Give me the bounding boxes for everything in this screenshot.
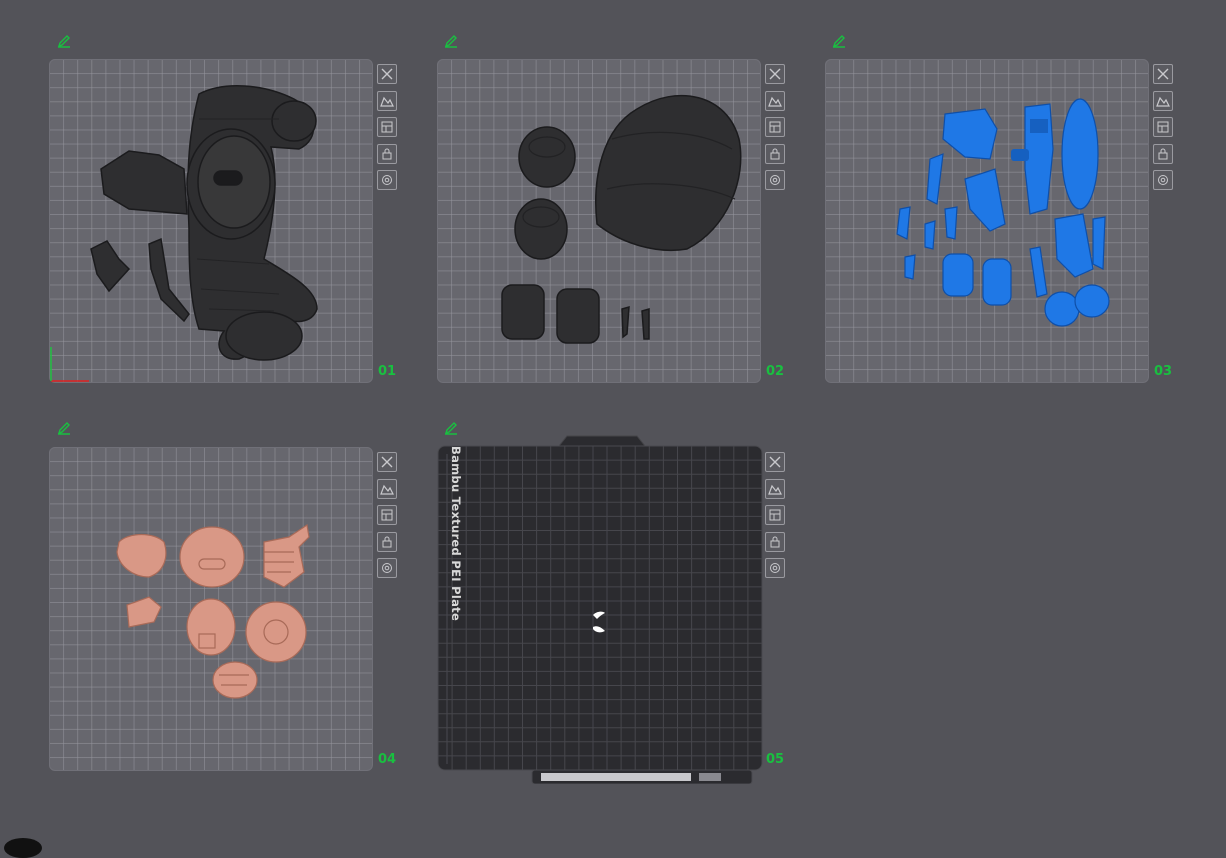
- build-plate-04[interactable]: [49, 447, 373, 771]
- plate-02-toolbar: [765, 64, 787, 197]
- arrange-icon[interactable]: [377, 505, 397, 525]
- lock-icon[interactable]: [765, 143, 785, 164]
- arrange-icon[interactable]: [377, 117, 397, 137]
- settings-icon[interactable]: [1153, 170, 1173, 190]
- plate-04-toolbar: [377, 452, 399, 585]
- plate-type-label: Bambu Textured PEI Plate: [449, 446, 463, 622]
- lock-icon[interactable]: [1153, 143, 1173, 164]
- plate-number: 01: [378, 364, 397, 379]
- plate-number: 05: [766, 752, 785, 767]
- plate-03-toolbar: [1153, 64, 1175, 197]
- model-preview: [593, 611, 605, 633]
- close-icon[interactable]: [377, 64, 397, 84]
- plate-number: 02: [766, 364, 785, 379]
- app-logo-icon: [4, 838, 42, 858]
- settings-icon[interactable]: [377, 558, 397, 578]
- auto-orient-icon[interactable]: [1153, 90, 1173, 111]
- plate-03-models: [896, 98, 1110, 327]
- close-icon[interactable]: [765, 64, 785, 84]
- close-icon[interactable]: [1153, 64, 1173, 84]
- settings-icon[interactable]: [765, 558, 785, 578]
- arrange-icon[interactable]: [1153, 117, 1173, 137]
- lock-icon[interactable]: [377, 531, 397, 552]
- plate-number: 04: [378, 752, 397, 767]
- build-plate-05[interactable]: Bambu Textured PEI Plate: [437, 434, 763, 785]
- arrange-icon[interactable]: [765, 117, 785, 137]
- auto-orient-icon[interactable]: [765, 90, 785, 111]
- edit-plate-icon[interactable]: [832, 34, 846, 48]
- build-plate-03[interactable]: [825, 59, 1149, 383]
- build-plate-02[interactable]: [437, 59, 761, 383]
- settings-icon[interactable]: [377, 170, 397, 190]
- auto-orient-icon[interactable]: [765, 478, 785, 499]
- build-plate-01[interactable]: [49, 59, 373, 383]
- auto-orient-icon[interactable]: [377, 90, 397, 111]
- plate-04-models: [116, 523, 310, 699]
- edit-plate-icon[interactable]: [444, 34, 458, 48]
- arrange-icon[interactable]: [765, 505, 785, 525]
- edit-plate-icon[interactable]: [444, 421, 458, 435]
- auto-orient-icon[interactable]: [377, 478, 397, 499]
- plate-number: 03: [1154, 364, 1173, 379]
- lock-icon[interactable]: [377, 143, 397, 164]
- edit-plate-icon[interactable]: [57, 421, 71, 435]
- plate-02-models: [501, 94, 742, 344]
- close-icon[interactable]: [765, 452, 785, 472]
- edit-plate-icon[interactable]: [57, 34, 71, 48]
- settings-icon[interactable]: [765, 170, 785, 190]
- plate-01-models: [50, 85, 318, 382]
- close-icon[interactable]: [377, 452, 397, 472]
- lock-icon[interactable]: [765, 531, 785, 552]
- plate-01-toolbar: [377, 64, 399, 197]
- plate-05-toolbar: [765, 452, 787, 585]
